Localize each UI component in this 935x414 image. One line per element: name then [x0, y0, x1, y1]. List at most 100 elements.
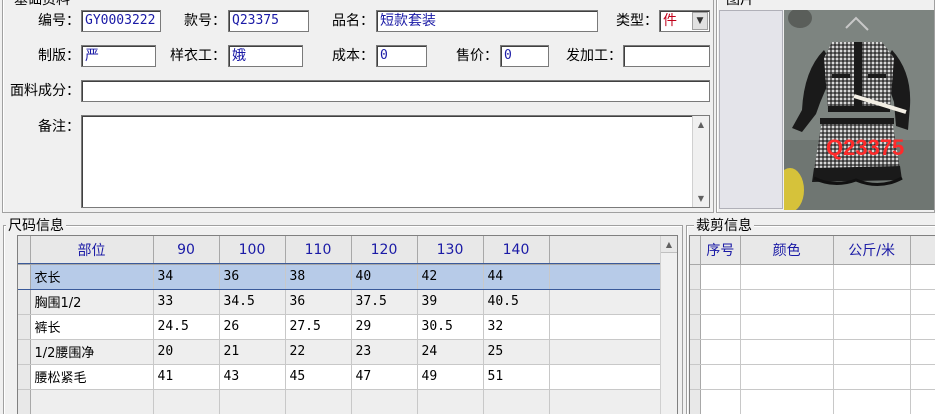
cut-cell[interactable]	[910, 289, 935, 315]
row-header[interactable]	[690, 264, 702, 290]
cost-field[interactable]: 0	[376, 45, 427, 67]
style-field[interactable]: Q23375	[228, 10, 309, 32]
code-field[interactable]: GY0003222	[81, 10, 161, 32]
table-row[interactable]	[690, 264, 935, 290]
size-value-cell[interactable]: 24	[417, 339, 484, 365]
size-col-header[interactable]: 140	[483, 236, 550, 265]
cut-cell[interactable]	[740, 264, 834, 290]
cut-cell[interactable]	[910, 364, 935, 390]
row-header[interactable]	[18, 314, 31, 340]
size-col-header[interactable]: 110	[285, 236, 352, 265]
table-row[interactable]: 衣长 34 36 38 40 42 44	[18, 263, 676, 290]
cut-col-header[interactable]: 颜色	[740, 236, 834, 265]
size-col-header[interactable]: 120	[351, 236, 418, 265]
chevron-down-icon[interactable]: ▼	[692, 12, 708, 30]
cut-cell[interactable]	[740, 339, 834, 365]
size-value-cell[interactable]: 42	[417, 264, 484, 290]
size-value-cell[interactable]: 34.5	[219, 289, 286, 315]
cut-cell[interactable]	[910, 339, 935, 365]
size-col-header[interactable]: 130	[417, 236, 484, 265]
product-photo[interactable]: Q23375	[784, 10, 934, 210]
size-part-cell[interactable]: 衣长	[29, 264, 154, 290]
size-value-cell[interactable]: 43	[219, 364, 286, 390]
cut-cell[interactable]	[910, 314, 935, 340]
size-table-scrollbar[interactable]: ▲	[660, 236, 677, 414]
size-value-cell[interactable]: 29	[351, 314, 418, 340]
table-row[interactable]	[690, 339, 935, 365]
cut-cell[interactable]	[833, 339, 911, 365]
name-field[interactable]: 短款套装	[376, 10, 598, 32]
cut-cell[interactable]	[700, 264, 741, 290]
cut-cell[interactable]	[700, 389, 741, 414]
size-value-cell[interactable]: 23	[351, 339, 418, 365]
cut-table[interactable]: 序号 颜色 公斤/米	[689, 235, 935, 414]
size-value-cell[interactable]: 51	[483, 364, 550, 390]
size-col-header[interactable]: 90	[153, 236, 220, 265]
table-row[interactable]	[18, 389, 675, 414]
row-header[interactable]	[690, 289, 702, 315]
row-header[interactable]	[690, 389, 702, 414]
table-row[interactable]: 胸围1/2 33 34.5 36 37.5 39 40.5	[18, 289, 675, 315]
size-part-cell[interactable]: 胸围1/2	[30, 289, 154, 315]
size-col-header[interactable]: 100	[219, 236, 286, 265]
cut-cell[interactable]	[740, 314, 834, 340]
scroll-up-icon[interactable]: ▲	[693, 116, 709, 133]
row-header[interactable]	[690, 364, 702, 390]
cut-cell[interactable]	[910, 264, 935, 290]
size-value-cell[interactable]: 20	[153, 339, 220, 365]
pattern-field[interactable]: 严	[81, 45, 156, 67]
size-value-cell[interactable]: 38	[285, 264, 352, 290]
row-header[interactable]	[690, 314, 702, 340]
cut-cell[interactable]	[833, 289, 911, 315]
size-table[interactable]: 部位 90 100 110 120 130 140 衣长 34 36 38 40 42 44…	[17, 235, 678, 414]
size-value-cell[interactable]: 39	[417, 289, 484, 315]
cut-cell[interactable]	[700, 364, 741, 390]
cut-cell[interactable]	[700, 339, 741, 365]
row-header[interactable]	[18, 339, 31, 365]
size-value-cell[interactable]: 25	[483, 339, 550, 365]
size-value-cell[interactable]: 22	[285, 339, 352, 365]
table-row[interactable]	[690, 314, 935, 340]
table-row[interactable]	[690, 389, 935, 414]
size-value-cell[interactable]	[417, 389, 484, 414]
cut-cell[interactable]	[700, 314, 741, 340]
row-header[interactable]	[18, 389, 31, 414]
fabric-field[interactable]	[81, 80, 710, 102]
cut-col-header[interactable]: 序号	[700, 236, 741, 265]
size-value-cell[interactable]: 49	[417, 364, 484, 390]
size-value-cell[interactable]: 32	[483, 314, 550, 340]
remark-scrollbar[interactable]: ▲ ▼	[692, 116, 709, 207]
type-select[interactable]: 件 ▼	[659, 10, 710, 32]
size-value-cell[interactable]: 36	[285, 289, 352, 315]
row-header[interactable]	[18, 364, 31, 390]
size-value-cell[interactable]: 40	[351, 264, 418, 290]
cut-cell[interactable]	[833, 389, 911, 414]
size-col-header[interactable]: 部位	[30, 236, 154, 265]
size-value-cell[interactable]: 40.5	[483, 289, 550, 315]
size-part-cell[interactable]: 1/2腰围净	[30, 339, 154, 365]
size-part-cell[interactable]: 腰松紧毛	[30, 364, 154, 390]
table-row[interactable]: 1/2腰围净 20 21 22 23 24 25	[18, 339, 675, 365]
size-value-cell[interactable]	[219, 389, 286, 414]
size-value-cell[interactable]: 33	[153, 289, 220, 315]
size-value-cell[interactable]: 24.5	[153, 314, 220, 340]
size-value-cell[interactable]: 27.5	[285, 314, 352, 340]
size-value-cell[interactable]: 34	[153, 264, 220, 290]
cut-col-header[interactable]: 公斤/米	[833, 236, 911, 265]
size-value-cell[interactable]	[153, 389, 220, 414]
cut-cell[interactable]	[833, 264, 911, 290]
size-value-cell[interactable]	[285, 389, 352, 414]
size-value-cell[interactable]: 26	[219, 314, 286, 340]
size-part-cell[interactable]	[30, 389, 154, 414]
scroll-up-icon[interactable]: ▲	[661, 236, 677, 253]
cut-cell[interactable]	[740, 289, 834, 315]
scroll-down-icon[interactable]: ▼	[693, 190, 709, 207]
table-row[interactable]: 裤长 24.5 26 27.5 29 30.5 32	[18, 314, 675, 340]
size-value-cell[interactable]	[351, 389, 418, 414]
table-row[interactable]	[690, 364, 935, 390]
cut-cell[interactable]	[700, 289, 741, 315]
row-header[interactable]	[690, 339, 702, 365]
size-value-cell[interactable]: 21	[219, 339, 286, 365]
processor-field[interactable]	[623, 45, 710, 67]
size-value-cell[interactable]: 45	[285, 364, 352, 390]
